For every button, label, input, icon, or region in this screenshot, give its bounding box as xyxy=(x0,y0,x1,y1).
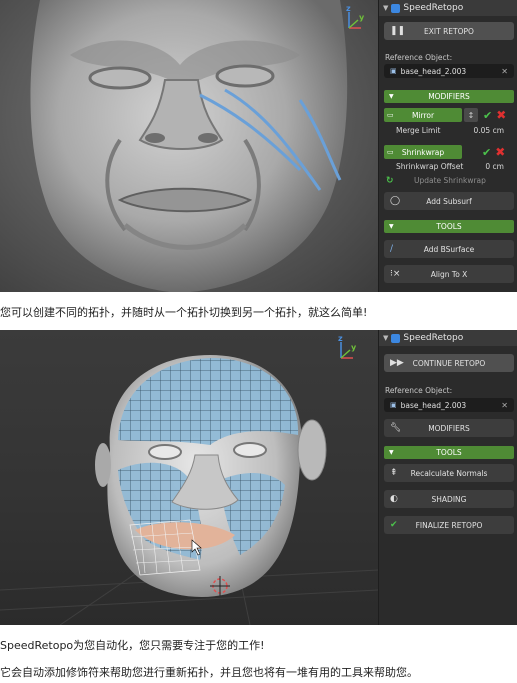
apply-shrinkwrap-icon[interactable]: ✔ xyxy=(482,146,491,159)
mirror-axis-icon[interactable]: ↕ xyxy=(464,108,478,122)
monitor-icon: ▭ xyxy=(387,111,394,119)
axis-gizmo[interactable]: z y xyxy=(334,4,364,38)
expand-arrow-icon: ▼ xyxy=(389,449,394,456)
speedretopo-logo-icon xyxy=(391,333,401,343)
merge-limit-label: Merge Limit xyxy=(396,126,441,135)
speedretopo-panel: ▼ SpeedRetopo ❚❚ EXIT RETOPO Reference O… xyxy=(378,0,517,292)
modifiers-label: MODIFIERS xyxy=(428,423,470,433)
3d-viewport[interactable]: z y xyxy=(0,330,378,625)
shading-button[interactable]: ◐ SHADING xyxy=(384,490,514,508)
mirror-modifier-row: ▭ Mirror ↕ ✔ ✖ xyxy=(384,108,514,122)
speedretopo-logo-icon xyxy=(391,3,401,13)
recalculate-normals-icon: ⇞ xyxy=(390,468,398,478)
reference-object-label: Reference Object: xyxy=(385,53,453,62)
3d-viewport[interactable]: z y xyxy=(0,0,378,292)
modifiers-section-header[interactable]: ▼ MODIFIERS xyxy=(384,90,514,103)
align-to-x-button[interactable]: ⁝× Align To X xyxy=(384,265,514,283)
screenshot-retopo-modifiers: z y ▼ SpeedRetopo ❚❚ EXIT RETOPO Referen… xyxy=(0,0,517,292)
recalculate-normals-label: Recalculate Normals xyxy=(410,468,488,478)
caption-automation: SpeedRetopo为您自动化，您只需要专注于您的工作! xyxy=(0,639,265,652)
remove-mirror-icon[interactable]: ✖ xyxy=(496,108,506,122)
continue-retopo-button[interactable]: ▶▶ CONTINUE RETOPO xyxy=(384,354,514,372)
update-shrinkwrap-label: Update Shrinkwrap xyxy=(414,176,486,185)
mirror-label: Mirror xyxy=(411,110,435,120)
panel-title: SpeedRetopo xyxy=(403,3,464,13)
add-subsurf-label: Add Subsurf xyxy=(426,196,472,206)
reference-object-value: base_head_2.003 xyxy=(400,66,467,76)
expand-arrow-icon: ▼ xyxy=(389,223,394,230)
sculpted-head-render xyxy=(30,0,348,292)
add-subsurf-button[interactable]: ◯ Add Subsurf xyxy=(384,192,514,210)
remove-shrinkwrap-icon[interactable]: ✖ xyxy=(495,145,505,159)
fast-forward-icon: ▶▶ xyxy=(390,358,404,368)
caption-modifiers-tools: 它会自动添加修饰符来帮助您进行重新拓扑，并且您也将有一堆有用的工具来帮助您。 xyxy=(0,666,418,679)
modifiers-section-label: MODIFIERS xyxy=(428,92,470,101)
merge-limit-value[interactable]: 0.05 cm xyxy=(473,126,504,135)
exit-retopo-button[interactable]: ❚❚ EXIT RETOPO xyxy=(384,22,514,40)
finalize-retopo-label: FINALIZE RETOPO xyxy=(415,520,483,530)
speedretopo-panel: ▼ SpeedRetopo ▶▶ CONTINUE RETOPO Referen… xyxy=(378,330,517,625)
shrinkwrap-toggle-button[interactable]: ▭ Shrinkwrap xyxy=(384,145,462,159)
align-to-x-label: Align To X xyxy=(430,269,468,279)
wrench-icon: 🔧︎ xyxy=(390,423,402,433)
refresh-icon: ↻ xyxy=(386,176,394,186)
shrinkwrap-offset-label: Shrinkwrap Offset xyxy=(396,162,464,171)
monitor-icon: ▭ xyxy=(387,148,394,156)
reference-object-label: Reference Object: xyxy=(385,386,453,395)
exit-retopo-label: EXIT RETOPO xyxy=(424,26,474,36)
recalculate-normals-button[interactable]: ⇞ Recalculate Normals xyxy=(384,464,514,482)
retopo-head-render xyxy=(0,355,378,625)
panel-header: ▼ SpeedRetopo xyxy=(379,330,517,346)
screenshot-retopo-tools: z y ▼ SpeedRetopo ▶▶ CONTINUE RETOPO Ref… xyxy=(0,330,517,625)
tools-section-header[interactable]: ▼ TOOLS xyxy=(384,220,514,233)
reference-object-field[interactable]: ▣ base_head_2.003 ✕ xyxy=(384,64,514,78)
shading-sphere-icon: ◐ xyxy=(390,494,398,504)
merge-limit-row[interactable]: Merge Limit 0.05 cm xyxy=(384,126,514,138)
add-bsurface-button[interactable]: ∕ Add BSurface xyxy=(384,240,514,258)
expand-arrow-icon: ▼ xyxy=(389,93,394,100)
reference-object-value: base_head_2.003 xyxy=(400,400,467,410)
mesh-icon: ▣ xyxy=(390,67,397,75)
panel-header: ▼ SpeedRetopo xyxy=(379,0,517,16)
finalize-retopo-button[interactable]: ✔ FINALIZE RETOPO xyxy=(384,516,514,534)
mirror-toggle-button[interactable]: ▭ Mirror xyxy=(384,108,462,122)
bsurface-pen-icon: ∕ xyxy=(390,244,394,254)
subsurf-circle-icon: ◯ xyxy=(390,196,401,206)
continue-retopo-label: CONTINUE RETOPO xyxy=(412,358,486,368)
align-x-icon: ⁝× xyxy=(390,269,401,279)
tools-section-label: TOOLS xyxy=(436,448,462,457)
panel-title: SpeedRetopo xyxy=(403,333,464,343)
tools-section-label: TOOLS xyxy=(436,222,462,231)
apply-mirror-icon[interactable]: ✔ xyxy=(483,109,492,122)
clear-icon[interactable]: ✕ xyxy=(501,67,508,76)
shrinkwrap-modifier-row: ▭ Shrinkwrap ✔ ✖ xyxy=(384,145,514,159)
update-shrinkwrap-button[interactable]: ↻ Update Shrinkwrap xyxy=(384,176,514,188)
add-bsurface-label: Add BSurface xyxy=(423,244,475,254)
shading-label: SHADING xyxy=(431,494,467,504)
modifiers-button[interactable]: 🔧︎ MODIFIERS xyxy=(384,419,514,437)
tools-section-header[interactable]: ▼ TOOLS xyxy=(384,446,514,459)
caption-topology-switch: 您可以创建不同的拓扑，并随时从一个拓扑切换到另一个拓扑，就这么简单! xyxy=(0,306,368,319)
mesh-icon: ▣ xyxy=(390,401,397,409)
shrinkwrap-label: Shrinkwrap xyxy=(401,147,445,157)
checkmark-icon: ✔ xyxy=(390,520,398,530)
collapse-arrow-icon[interactable]: ▼ xyxy=(383,334,388,342)
axis-gizmo[interactable]: z y xyxy=(326,334,356,368)
pause-icon: ❚❚ xyxy=(390,26,406,36)
collapse-arrow-icon[interactable]: ▼ xyxy=(383,4,388,12)
shrinkwrap-offset-value[interactable]: 0 cm xyxy=(485,162,504,171)
clear-icon[interactable]: ✕ xyxy=(501,401,508,410)
shrinkwrap-offset-row[interactable]: Shrinkwrap Offset 0 cm xyxy=(384,162,514,174)
reference-object-field[interactable]: ▣ base_head_2.003 ✕ xyxy=(384,398,514,412)
